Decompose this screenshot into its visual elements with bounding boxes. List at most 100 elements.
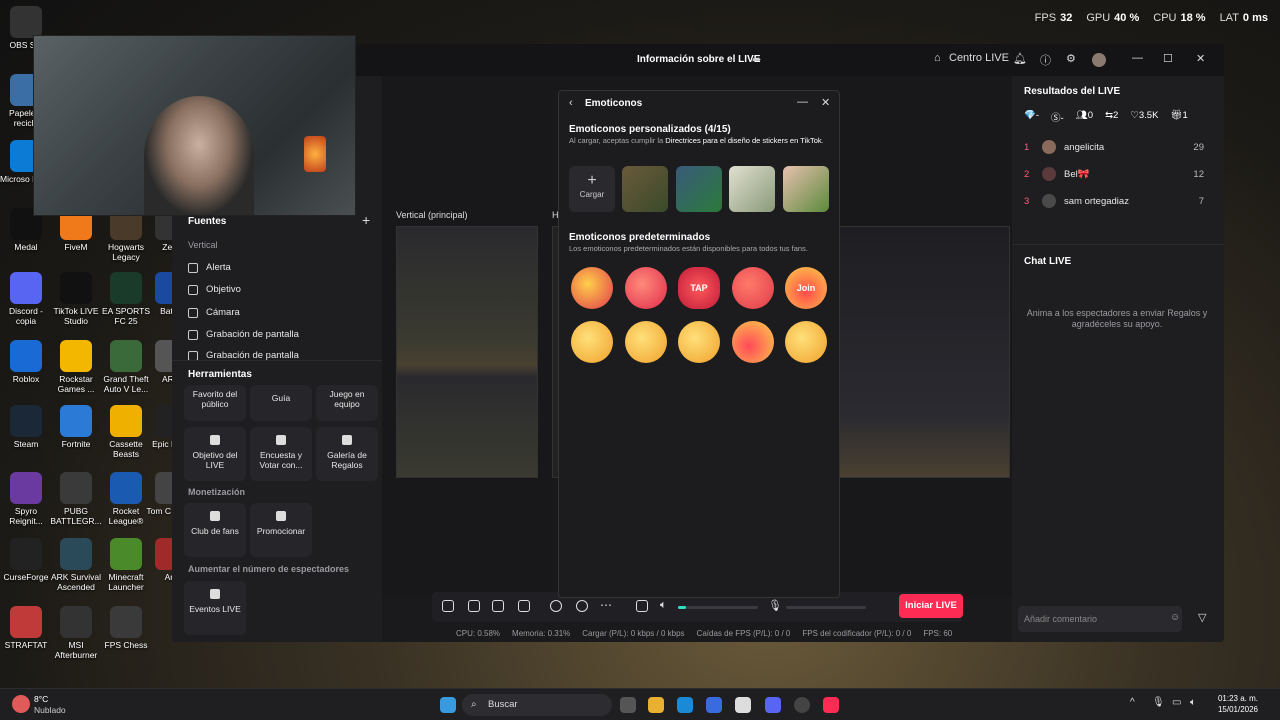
emote-join[interactable]: Join xyxy=(785,267,827,309)
desktop-icon[interactable]: PUBG BATTLEGR... xyxy=(50,472,102,526)
settings-sliders-icon[interactable] xyxy=(636,600,648,612)
avatar[interactable] xyxy=(1092,53,1106,67)
tool-galeria[interactable]: Galería de Regalos xyxy=(316,427,378,481)
source-alerta[interactable]: Alerta xyxy=(188,262,231,273)
more-icon[interactable]: ⋯ xyxy=(600,598,612,612)
desktop-icon[interactable]: FPS Chess xyxy=(100,606,152,650)
mail-icon[interactable] xyxy=(706,697,722,713)
tool-objetivo-live[interactable]: Objetivo del LIVE xyxy=(184,427,246,481)
emote-heart-lick[interactable] xyxy=(732,267,774,309)
clock-date[interactable]: 15/01/2026 xyxy=(1210,705,1258,714)
share-icon[interactable]: ➦ xyxy=(752,53,761,66)
obs-icon[interactable] xyxy=(794,697,810,713)
desktop-icon[interactable]: Discord - copia xyxy=(0,272,52,326)
record-icon[interactable] xyxy=(550,600,562,612)
chevron-up-icon[interactable]: ^ xyxy=(1130,697,1135,708)
ranking-row[interactable]: 2 Bel🎀 12 xyxy=(1024,167,1204,181)
comment-input[interactable]: Añadir comentario xyxy=(1018,606,1182,632)
close-icon[interactable]: ✕ xyxy=(1196,52,1205,65)
horizontal-preview[interactable] xyxy=(838,226,1010,478)
start-icon[interactable] xyxy=(440,697,456,713)
tool-encuesta[interactable]: Encuesta y Votar con... xyxy=(250,427,312,481)
ai-icon[interactable] xyxy=(492,600,504,612)
volume-icon[interactable]: 🔈︎ xyxy=(1190,697,1196,708)
emote-kiss-face[interactable] xyxy=(785,321,827,363)
help-icon[interactable]: ⓘ xyxy=(1040,52,1051,68)
desktop-icon[interactable]: MSI Afterburner xyxy=(50,606,102,660)
vertical-preview[interactable] xyxy=(396,226,538,478)
tiktok-icon[interactable] xyxy=(823,697,839,713)
edge-icon[interactable] xyxy=(677,697,693,713)
speaker-icon[interactable]: 🔈︎ xyxy=(660,599,667,612)
home-icon[interactable]: ⌂ xyxy=(934,52,941,64)
custom-sticker[interactable] xyxy=(783,166,829,212)
custom-sticker[interactable] xyxy=(729,166,775,212)
desktop-icon-label: Discord - copia xyxy=(8,306,43,326)
emote-wink-face[interactable] xyxy=(625,321,667,363)
task-view-icon[interactable] xyxy=(620,697,636,713)
tool-promocionar[interactable]: Promocionar xyxy=(250,503,312,557)
tool-eventos[interactable]: Eventos LIVE xyxy=(184,581,246,635)
tool-club-fans[interactable]: Club de fans xyxy=(184,503,246,557)
weather-desc: Nublado xyxy=(34,705,66,715)
clock-time[interactable]: 01:23 a. m. xyxy=(1210,694,1258,703)
desktop-icon[interactable]: Spyro Reignit... xyxy=(0,472,52,526)
desktop-icon[interactable]: TikTok LIVE Studio xyxy=(50,272,102,326)
layout-icon[interactable] xyxy=(518,600,530,612)
gear-icon[interactable]: ⚙ xyxy=(1066,52,1076,65)
source-camara[interactable]: Cámara xyxy=(188,307,240,318)
search-box[interactable]: ⌕ Buscar xyxy=(462,694,612,716)
desktop-icon[interactable]: STRAFTAT xyxy=(0,606,52,650)
tool-favorito[interactable]: Favorito del público xyxy=(184,385,246,421)
emoji-icon[interactable]: ☺ xyxy=(1170,612,1180,623)
filter-icon[interactable]: ▽ xyxy=(1198,611,1206,624)
capture-icon[interactable] xyxy=(576,600,588,612)
desktop-icon[interactable]: ARK Survival Ascended xyxy=(50,538,102,592)
minimize-icon[interactable]: — xyxy=(797,96,808,108)
magic-icon[interactable] xyxy=(442,600,454,612)
custom-sticker[interactable] xyxy=(676,166,722,212)
ranking-row[interactable]: 1 angelicita 29 xyxy=(1024,140,1204,154)
emote-heart-hold[interactable] xyxy=(732,321,774,363)
desktop-icon[interactable]: Roblox xyxy=(0,340,52,384)
microphone-icon[interactable]: 🎙︎ xyxy=(768,599,782,612)
desktop-icon-label: Spyro Reignit... xyxy=(9,506,43,526)
tool-juego[interactable]: Juego en equipo xyxy=(316,385,378,421)
desktop-icon[interactable]: CurseForge xyxy=(0,538,52,582)
add-source-icon[interactable]: + xyxy=(362,212,370,228)
folder-icon[interactable] xyxy=(648,697,664,713)
weather-icon[interactable] xyxy=(12,695,30,713)
app-icon xyxy=(10,272,42,304)
network-icon[interactable]: ▭ xyxy=(1172,697,1181,708)
ranking-row[interactable]: 3 sam ortegadiaz 7 xyxy=(1024,194,1204,208)
source-screen-1[interactable]: Grabación de pantalla xyxy=(188,329,299,340)
guidelines-link[interactable]: Directrices para el diseño de stickers e… xyxy=(665,136,821,145)
emote-heart-face[interactable] xyxy=(571,267,613,309)
store-icon[interactable] xyxy=(735,697,751,713)
monitor-icon xyxy=(188,351,198,360)
source-screen-2[interactable]: Grabación de pantalla xyxy=(188,351,299,360)
maximize-icon[interactable]: ☐ xyxy=(1163,52,1173,65)
emote-heart-hug[interactable] xyxy=(625,267,667,309)
back-icon[interactable]: ‹ xyxy=(569,97,573,109)
source-objetivo[interactable]: Objetivo xyxy=(188,284,241,295)
desktop-icon[interactable]: Steam xyxy=(0,405,52,449)
upload-button[interactable]: + Cargar xyxy=(569,166,615,212)
desktop-icon[interactable]: Rockstar Games ... xyxy=(50,340,102,394)
emote-tap[interactable]: TAP xyxy=(678,267,720,309)
microphone-icon[interactable]: 🎙︎ xyxy=(1152,697,1165,708)
emote-party-face[interactable] xyxy=(571,321,613,363)
speaker-volume-slider[interactable] xyxy=(678,606,758,609)
effects-icon[interactable] xyxy=(468,600,480,612)
start-live-button[interactable]: Iniciar LIVE xyxy=(899,594,963,618)
discord-icon[interactable] xyxy=(765,697,781,713)
minimize-icon[interactable]: — xyxy=(1132,52,1143,64)
emote-laugh-face[interactable] xyxy=(678,321,720,363)
desktop-icon[interactable]: Fortnite xyxy=(50,405,102,449)
centro-live-button[interactable]: Centro LIVE xyxy=(949,52,1009,64)
tool-guia[interactable]: Guía xyxy=(250,385,312,421)
close-icon[interactable]: ✕ xyxy=(821,96,830,109)
bell-icon[interactable]: 🔔︎ xyxy=(1013,52,1027,65)
microphone-volume-slider[interactable] xyxy=(786,606,866,609)
custom-sticker[interactable] xyxy=(622,166,668,212)
